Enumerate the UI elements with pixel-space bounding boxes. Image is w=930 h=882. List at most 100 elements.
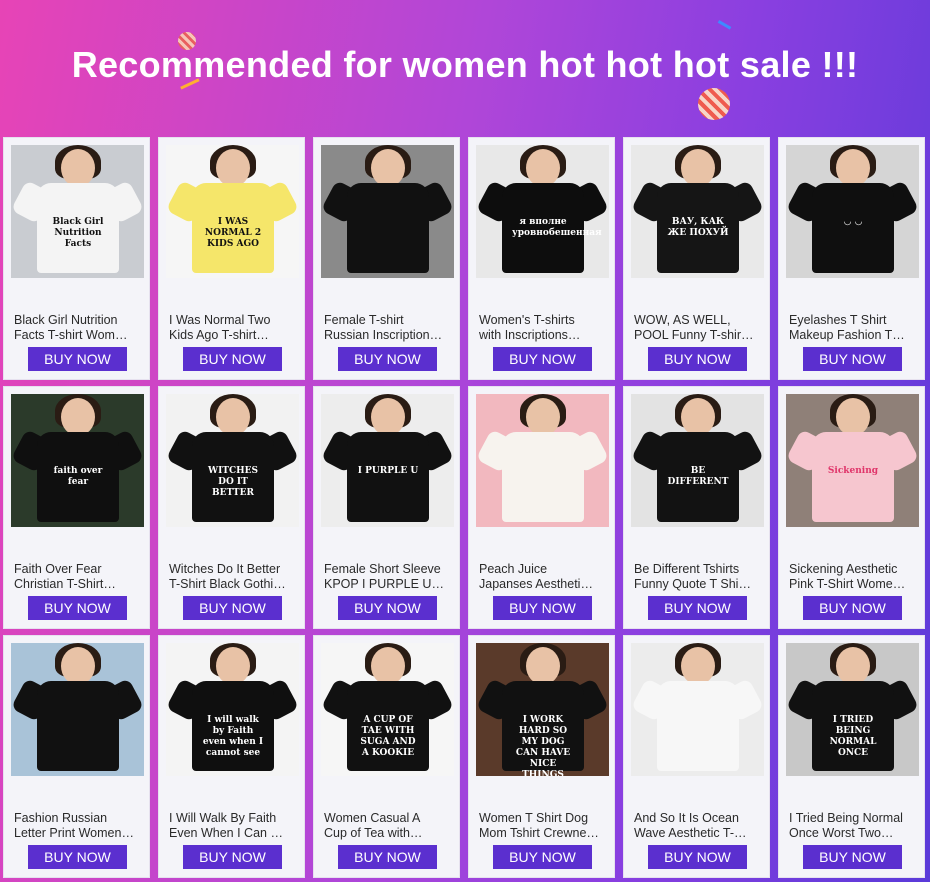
product-image[interactable] bbox=[476, 394, 609, 527]
product-card[interactable]: I TRIED BEING NORMAL ONCE I Tried Being N… bbox=[778, 635, 925, 878]
product-card[interactable]: WITCHES DO IT BETTER Witches Do It Better… bbox=[158, 386, 305, 629]
product-title[interactable]: Witches Do It Better T-Shirt Black Gothi… bbox=[169, 562, 297, 592]
product-image[interactable]: ◡ ◡ bbox=[786, 145, 919, 278]
product-title[interactable]: Sickening Aesthetic Pink T-Shirt Wome… bbox=[789, 562, 917, 592]
product-image[interactable]: Black Girl Nutrition Facts bbox=[11, 145, 144, 278]
product-card[interactable]: I WAS NORMAL 2 KIDS AGO I Was Normal Two K… bbox=[158, 137, 305, 380]
product-card[interactable]: Fashion Russian Letter Print Women… BUY NO… bbox=[3, 635, 150, 878]
buy-now-button[interactable]: BUY NOW bbox=[803, 596, 902, 620]
buy-now-button[interactable]: BUY NOW bbox=[493, 347, 592, 371]
product-title[interactable]: Faith Over Fear Christian T-Shirt… bbox=[14, 562, 142, 592]
product-title-line[interactable]: Black Girl Nutrition bbox=[14, 313, 142, 328]
product-title-line[interactable]: Women's T-shirts bbox=[479, 313, 607, 328]
product-image[interactable] bbox=[631, 643, 764, 776]
product-card[interactable]: я вполне уровнобешенная Women's T-shirts w… bbox=[468, 137, 615, 380]
buy-now-button[interactable]: BUY NOW bbox=[338, 596, 437, 620]
product-title-line[interactable]: Wave Aesthetic T-… bbox=[634, 826, 762, 841]
product-title-line[interactable]: Once Worst Two… bbox=[789, 826, 917, 841]
product-image[interactable]: I PURPLE U bbox=[321, 394, 454, 527]
product-title-line[interactable]: with Inscriptions… bbox=[479, 328, 607, 343]
product-title-line[interactable]: T-Shirt Black Gothi… bbox=[169, 577, 297, 592]
product-title-line[interactable]: I Will Walk By Faith bbox=[169, 811, 297, 826]
buy-now-button[interactable]: BUY NOW bbox=[183, 845, 282, 869]
product-card[interactable]: A CUP OF TAE WITH SUGA AND A KOOKIE Women… bbox=[313, 635, 460, 878]
product-title-line[interactable]: I Tried Being Normal bbox=[789, 811, 917, 826]
buy-now-button[interactable]: BUY NOW bbox=[183, 347, 282, 371]
product-title-line[interactable]: Makeup Fashion T… bbox=[789, 328, 917, 343]
product-image[interactable] bbox=[321, 145, 454, 278]
product-title[interactable]: Female Short Sleeve KPOP I PURPLE U… bbox=[324, 562, 452, 592]
buy-now-button[interactable]: BUY NOW bbox=[648, 596, 747, 620]
buy-now-button[interactable]: BUY NOW bbox=[338, 347, 437, 371]
product-title-line[interactable]: Kids Ago T-shirt… bbox=[169, 328, 297, 343]
product-title-line[interactable]: WOW, AS WELL, bbox=[634, 313, 762, 328]
product-image[interactable]: I will walk by Faith even when I cannot … bbox=[166, 643, 299, 776]
product-title-line[interactable]: And So It Is Ocean bbox=[634, 811, 762, 826]
product-title-line[interactable]: Pink T-Shirt Wome… bbox=[789, 577, 917, 592]
product-title-line[interactable]: Be Different Tshirts bbox=[634, 562, 762, 577]
product-title[interactable]: Women T Shirt Dog Mom Tshirt Crewne… bbox=[479, 811, 607, 841]
product-title-line[interactable]: KPOP I PURPLE U… bbox=[324, 577, 452, 592]
product-title[interactable]: Women's T-shirts with Inscriptions… bbox=[479, 313, 607, 343]
product-image[interactable]: faith over fear bbox=[11, 394, 144, 527]
product-title-line[interactable]: Witches Do It Better bbox=[169, 562, 297, 577]
product-title[interactable]: Female T-shirt Russian Inscription… bbox=[324, 313, 452, 343]
buy-now-button[interactable]: BUY NOW bbox=[183, 596, 282, 620]
product-title-line[interactable]: Women Casual A bbox=[324, 811, 452, 826]
product-title-line[interactable]: Cup of Tea with… bbox=[324, 826, 452, 841]
buy-now-button[interactable]: BUY NOW bbox=[28, 347, 127, 371]
product-title-line[interactable]: Female Short Sleeve bbox=[324, 562, 452, 577]
buy-now-button[interactable]: BUY NOW bbox=[803, 347, 902, 371]
product-card[interactable]: Peach Juice Japanses Aestheti… BUY NOW bbox=[468, 386, 615, 629]
product-card[interactable]: And So It Is Ocean Wave Aesthetic T-… BUY … bbox=[623, 635, 770, 878]
product-card[interactable]: I will walk by Faith even when I cannot … bbox=[158, 635, 305, 878]
product-card[interactable]: Female T-shirt Russian Inscription… BUY NO… bbox=[313, 137, 460, 380]
product-image[interactable]: I WAS NORMAL 2 KIDS AGO bbox=[166, 145, 299, 278]
buy-now-button[interactable]: BUY NOW bbox=[648, 845, 747, 869]
product-title[interactable]: I Tried Being Normal Once Worst Two… bbox=[789, 811, 917, 841]
product-card[interactable]: Black Girl Nutrition Facts Black Girl Nut… bbox=[3, 137, 150, 380]
product-title[interactable]: Fashion Russian Letter Print Women… bbox=[14, 811, 142, 841]
product-image[interactable]: I TRIED BEING NORMAL ONCE bbox=[786, 643, 919, 776]
product-title-line[interactable]: Faith Over Fear bbox=[14, 562, 142, 577]
product-title-line[interactable]: I Was Normal Two bbox=[169, 313, 297, 328]
product-title-line[interactable]: Funny Quote T Shi… bbox=[634, 577, 762, 592]
product-title-line[interactable]: Mom Tshirt Crewne… bbox=[479, 826, 607, 841]
product-image[interactable]: Sickening bbox=[786, 394, 919, 527]
product-title-line[interactable]: Facts T-shirt Wom… bbox=[14, 328, 142, 343]
product-title[interactable]: I Was Normal Two Kids Ago T-shirt… bbox=[169, 313, 297, 343]
product-title-line[interactable]: Christian T-Shirt… bbox=[14, 577, 142, 592]
product-title-line[interactable]: POOL Funny T-shir… bbox=[634, 328, 762, 343]
product-title-line[interactable]: Fashion Russian bbox=[14, 811, 142, 826]
product-title-line[interactable]: Female T-shirt bbox=[324, 313, 452, 328]
buy-now-button[interactable]: BUY NOW bbox=[28, 845, 127, 869]
product-title[interactable]: WOW, AS WELL, POOL Funny T-shir… bbox=[634, 313, 762, 343]
buy-now-button[interactable]: BUY NOW bbox=[28, 596, 127, 620]
product-image[interactable]: WITCHES DO IT BETTER bbox=[166, 394, 299, 527]
product-card[interactable]: ◡ ◡ Eyelashes T Shirt Makeup Fashion T… BUY… bbox=[778, 137, 925, 380]
product-card[interactable]: faith over fear Faith Over Fear Christian … bbox=[3, 386, 150, 629]
product-title-line[interactable]: Russian Inscription… bbox=[324, 328, 452, 343]
product-title[interactable]: Black Girl Nutrition Facts T-shirt Wom… bbox=[14, 313, 142, 343]
product-card[interactable]: I PURPLE U Female Short Sleeve KPOP I PURP… bbox=[313, 386, 460, 629]
product-title[interactable]: Eyelashes T Shirt Makeup Fashion T… bbox=[789, 313, 917, 343]
product-image[interactable]: ВАУ, КАК ЖЕ ПОХУЙ bbox=[631, 145, 764, 278]
product-image[interactable] bbox=[11, 643, 144, 776]
product-image[interactable]: я вполне уровнобешенная bbox=[476, 145, 609, 278]
product-title-line[interactable]: Japanses Aestheti… bbox=[479, 577, 607, 592]
product-title[interactable]: And So It Is Ocean Wave Aesthetic T-… bbox=[634, 811, 762, 841]
buy-now-button[interactable]: BUY NOW bbox=[493, 596, 592, 620]
product-image[interactable]: A CUP OF TAE WITH SUGA AND A KOOKIE bbox=[321, 643, 454, 776]
buy-now-button[interactable]: BUY NOW bbox=[648, 347, 747, 371]
product-title-line[interactable]: Letter Print Women… bbox=[14, 826, 142, 841]
product-title[interactable]: Women Casual A Cup of Tea with… bbox=[324, 811, 452, 841]
product-image[interactable]: BE DIFFERENT bbox=[631, 394, 764, 527]
product-image[interactable]: I WORK HARD SO MY DOG CAN HAVE NICE THIN… bbox=[476, 643, 609, 776]
product-title[interactable]: I Will Walk By Faith Even When I Can … bbox=[169, 811, 297, 841]
product-card[interactable]: ВАУ, КАК ЖЕ ПОХУЙ WOW, AS WELL, POOL Funny… bbox=[623, 137, 770, 380]
buy-now-button[interactable]: BUY NOW bbox=[803, 845, 902, 869]
buy-now-button[interactable]: BUY NOW bbox=[493, 845, 592, 869]
product-card[interactable]: Sickening Sickening Aesthetic Pink T-Shirt… bbox=[778, 386, 925, 629]
product-title-line[interactable]: Eyelashes T Shirt bbox=[789, 313, 917, 328]
product-card[interactable]: BE DIFFERENT Be Different Tshirts Funny Qu… bbox=[623, 386, 770, 629]
